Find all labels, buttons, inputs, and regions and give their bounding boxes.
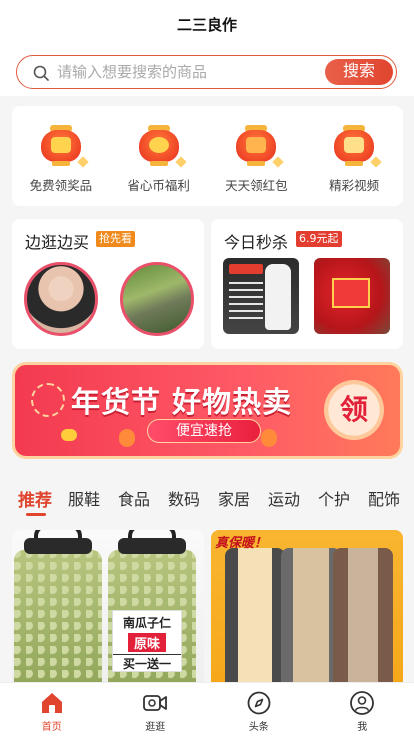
product-image — [225, 548, 285, 682]
page-title: 二三良作 — [176, 16, 237, 34]
nav-label: 头条 — [248, 722, 269, 733]
price-tag: 6.9元起 — [296, 231, 342, 247]
tab-personal-care[interactable]: 个护 — [318, 486, 350, 510]
active-tab-indicator — [26, 513, 46, 516]
quick-item-videos[interactable]: 精彩视频 — [308, 122, 400, 206]
product-image — [333, 548, 393, 682]
nav-label: 首页 — [41, 722, 62, 733]
search-input[interactable] — [57, 62, 327, 82]
search-button[interactable]: 搜索 — [325, 59, 393, 85]
firework-icon — [31, 383, 65, 417]
user-icon — [350, 691, 375, 715]
quick-item-red-envelope[interactable]: 天天领红包 — [210, 122, 302, 206]
nav-home[interactable]: 首页 — [12, 683, 92, 737]
bottom-nav: 首页 逛逛 头条 我 — [0, 682, 414, 737]
product-label-flavor: 原味 — [127, 633, 166, 652]
tab-sports[interactable]: 运动 — [268, 486, 300, 510]
tab-home[interactable]: 家居 — [218, 486, 250, 510]
live-avatar-image[interactable] — [24, 262, 98, 336]
promo-card-browse-buy[interactable]: 边逛边买 抢先看 — [12, 219, 204, 349]
product-card[interactable]: 真保暖！ — [211, 530, 403, 682]
gift-lantern-icon — [39, 122, 89, 170]
tab-food[interactable]: 食品 — [118, 486, 150, 510]
banner-cta-button[interactable]: 便宜速抢 — [147, 419, 261, 443]
product-image — [281, 548, 341, 682]
new-year-sale-banner[interactable]: 年货节 好物热卖 便宜速抢 领 — [12, 362, 403, 459]
claim-badge-button[interactable]: 领 — [324, 380, 384, 440]
lantern-icon — [261, 429, 277, 447]
quick-item-coin-welfare[interactable]: 省心币福利 — [113, 122, 205, 206]
product-card[interactable]: 南瓜子仁 原味 买一送一 — [12, 530, 204, 682]
video-lantern-icon — [332, 122, 382, 170]
compass-icon — [247, 691, 271, 715]
nav-label: 逛逛 — [145, 722, 166, 733]
quick-item-label: 天天领红包 — [225, 178, 288, 193]
product-thumbnail[interactable] — [314, 258, 390, 334]
search-bar[interactable]: 搜索 — [16, 55, 397, 89]
product-label: 南瓜子仁 原味 买一送一 — [112, 610, 182, 672]
promo-card-title: 边逛边买 — [25, 233, 90, 252]
video-camera-icon — [143, 695, 168, 711]
promo-card-title: 今日秒杀 — [224, 233, 289, 252]
nav-browse[interactable]: 逛逛 — [115, 683, 195, 737]
category-tabs: 推荐 服鞋 食品 数码 家居 运动 个护 配饰 — [0, 480, 414, 520]
quick-item-label: 省心币福利 — [127, 178, 190, 193]
product-image — [14, 530, 102, 682]
tab-accessories[interactable]: 配饰 — [368, 486, 400, 510]
coin-lantern-icon — [137, 122, 187, 170]
tab-recommend[interactable]: 推荐 — [18, 486, 52, 511]
nav-me[interactable]: 我 — [322, 683, 402, 737]
gold-coin-icon — [61, 429, 77, 441]
quick-item-label: 精彩视频 — [329, 178, 380, 193]
product-thumbnail[interactable] — [223, 258, 299, 334]
product-label-promo: 买一送一 — [113, 654, 181, 672]
tab-digital[interactable]: 数码 — [168, 486, 200, 510]
quick-item-free-prize[interactable]: 免费领奖品 — [15, 122, 107, 206]
quick-item-label: 免费领奖品 — [29, 178, 93, 193]
product-label-name: 南瓜子仁 — [122, 616, 171, 630]
red-envelope-lantern-icon — [234, 122, 285, 170]
promo-tag: 抢先看 — [96, 231, 135, 247]
promo-card-flash-sale[interactable]: 今日秒杀 6.9元起 — [211, 219, 403, 349]
home-icon — [41, 693, 62, 713]
tab-clothing-shoes[interactable]: 服鞋 — [68, 486, 100, 510]
app-page: 二三良作 搜索 免费领奖品 省心币福利 天天领红包 — [0, 0, 414, 737]
nav-label: 我 — [357, 722, 368, 733]
live-avatar-image[interactable] — [120, 262, 194, 336]
search-icon — [33, 65, 49, 81]
banner-title: 年货节 好物热卖 — [71, 385, 293, 419]
product-overlay-text: 真保暖！ — [215, 536, 268, 551]
nav-headlines[interactable]: 头条 — [219, 683, 299, 737]
lantern-icon — [119, 429, 135, 447]
quick-actions: 免费领奖品 省心币福利 天天领红包 精彩视频 — [12, 106, 403, 206]
